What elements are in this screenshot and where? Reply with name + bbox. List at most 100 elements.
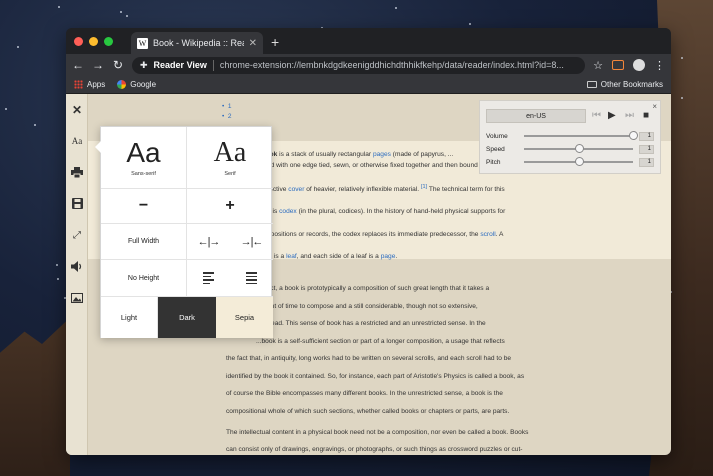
volume-label: Volume (486, 132, 508, 140)
volume-value[interactable]: 1 (639, 131, 654, 141)
folder-icon (586, 81, 597, 88)
maximize-window-button[interactable] (104, 36, 113, 46)
tts-close-icon[interactable]: × (652, 102, 657, 111)
other-bookmarks-label: Other Bookmarks (600, 80, 663, 89)
theme-light-button[interactable]: Light (101, 297, 158, 338)
increase-font-button[interactable]: + (187, 189, 273, 224)
theme-dark-button[interactable]: Dark (158, 297, 216, 338)
address-bar[interactable]: ✚ Reader View chrome-extension://lembnkd… (132, 56, 586, 74)
sans-serif-sample: Aa (126, 136, 161, 168)
star (56, 277, 59, 280)
language-select[interactable]: en-US (486, 109, 586, 123)
skip-back-icon[interactable]: ⏮ (592, 110, 601, 121)
google-icon (117, 80, 127, 89)
bookmark-apps-label: Apps (87, 80, 106, 89)
full-width-label: Full Width (127, 238, 160, 245)
save-icon[interactable] (68, 194, 86, 212)
close-icon[interactable]: ✕ (68, 101, 86, 119)
image-icon[interactable] (68, 289, 86, 307)
width-controls: ←|→ →|← (187, 224, 273, 260)
volume-row: Volume 1 (486, 131, 654, 141)
speed-slider[interactable] (524, 144, 633, 153)
sans-serif-label: Sans-serif (131, 170, 156, 177)
fullscreen-icon[interactable]: ⤢ (68, 226, 86, 244)
reader-view-label: Reader View (153, 60, 207, 70)
bookmark-google[interactable]: Google (117, 80, 156, 89)
wikipedia-favicon-icon: W (137, 37, 148, 49)
pitch-value[interactable]: 1 (639, 157, 654, 167)
volume-slider[interactable] (524, 131, 638, 140)
bookmark-star-icon[interactable]: ☆ (593, 59, 603, 72)
pitch-slider[interactable] (524, 157, 633, 166)
reader-extension-icon[interactable] (612, 60, 624, 70)
play-icon[interactable]: ▶ (608, 110, 616, 121)
volume-knob[interactable] (629, 131, 638, 140)
star (58, 6, 61, 9)
bookmark-apps[interactable]: Apps (74, 80, 105, 89)
article-paragraph-2: ...bject, a book is prototypically a com… (226, 285, 525, 415)
justify-icon[interactable] (230, 272, 273, 284)
rock-formation-left (0, 317, 70, 476)
link-leaf[interactable]: leaf (286, 253, 297, 260)
speed-label: Speed (486, 145, 505, 153)
star (4, 107, 7, 110)
widen-icon[interactable]: ←|→ (187, 236, 230, 248)
link-page[interactable]: page (381, 253, 396, 260)
link-pages[interactable]: pages (373, 151, 391, 158)
plus-icon: + (225, 197, 235, 214)
pitch-knob[interactable] (574, 157, 584, 166)
omnibox-separator (212, 59, 214, 71)
minus-icon: − (138, 197, 149, 214)
tab-bar: W Book - Wikipedia :: Reader View ✕ + (66, 28, 671, 54)
ref-1[interactable]: [1] (421, 184, 427, 190)
speed-value[interactable]: 1 (639, 144, 654, 154)
link-codex[interactable]: codex (279, 208, 297, 215)
menu-kebab-icon[interactable]: ⋮ (654, 59, 665, 72)
skip-forward-icon[interactable]: ⏭ (625, 110, 634, 121)
text-to-speech-panel: × en-US ⏮ ▶ ⏭ ■ Volume 1 Speed 1 Pitch 1 (479, 100, 661, 174)
browser-toolbar: ← → ↻ ✚ Reader View chrome-extension://l… (66, 54, 671, 76)
pitch-label: Pitch (486, 158, 501, 166)
window-controls (74, 28, 113, 54)
minimize-window-button[interactable] (89, 36, 98, 46)
stop-icon[interactable]: ■ (643, 110, 649, 121)
browser-tab[interactable]: W Book - Wikipedia :: Reader View ✕ (131, 32, 263, 54)
font-serif-option[interactable]: Aa Serif (187, 127, 273, 189)
apps-grid-icon (74, 80, 83, 89)
tab-close-icon[interactable]: ✕ (249, 38, 257, 49)
link-scroll[interactable]: scroll (480, 231, 495, 238)
theme-sepia-button[interactable]: Sepia (216, 297, 273, 338)
link-cover[interactable]: cover (288, 186, 304, 193)
speaker-icon[interactable] (68, 257, 86, 275)
narrow-icon[interactable]: →|← (230, 236, 273, 248)
puzzle-icon: ✚ (140, 59, 148, 70)
close-window-button[interactable] (74, 36, 83, 46)
tab-title: Book - Wikipedia :: Reader View (153, 38, 244, 48)
theme-selector: Light Dark Sepia (101, 297, 273, 338)
speed-knob[interactable] (574, 144, 584, 153)
align-left-icon[interactable] (187, 272, 230, 284)
speed-row: Speed 1 (486, 144, 654, 154)
article-paragraph-3: The intellectual content in a physical b… (226, 428, 529, 454)
new-tab-button[interactable]: + (271, 32, 279, 54)
style-settings-popup: Aa Sans-serif Aa Serif − + Full Width ←|… (95, 126, 273, 338)
star (125, 15, 128, 18)
other-bookmarks[interactable]: Other Bookmarks (586, 80, 663, 89)
browser-window: W Book - Wikipedia :: Reader View ✕ + ← … (66, 28, 671, 455)
reload-icon[interactable]: ↻ (112, 58, 124, 72)
print-icon[interactable] (68, 163, 86, 181)
reader-sidebar: ✕ Aa ⤢ (66, 94, 88, 455)
font-size-icon[interactable]: Aa (68, 132, 86, 150)
back-icon[interactable]: ← (72, 58, 84, 72)
pitch-row: Pitch 1 (486, 157, 654, 167)
decrease-font-button[interactable]: − (101, 189, 187, 224)
forward-icon[interactable]: → (92, 58, 104, 72)
profile-avatar-icon[interactable] (633, 59, 645, 71)
star (17, 46, 20, 49)
star (468, 22, 471, 25)
star (56, 263, 58, 266)
font-sans-serif-option[interactable]: Aa Sans-serif (101, 127, 187, 189)
bookmark-google-label: Google (130, 80, 157, 89)
no-height-button[interactable]: No Height (101, 260, 187, 297)
full-width-button[interactable]: Full Width (101, 224, 187, 260)
